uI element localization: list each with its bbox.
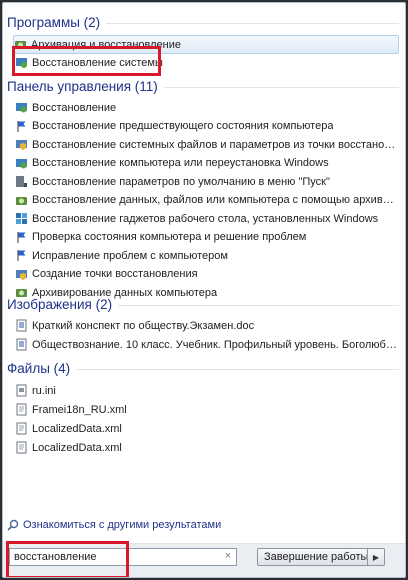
result-label: LocalizedData.xml — [32, 422, 122, 435]
result-item-control-panel[interactable]: Восстановление данных, файлов или компью… — [15, 192, 399, 209]
section-header-images[interactable]: Изображения (2) — [7, 295, 399, 313]
result-label: Восстановление данных, файлов или компью… — [32, 194, 399, 206]
section-divider — [76, 368, 399, 370]
xml-file-icon — [16, 403, 27, 416]
highlight-box-system-restore — [12, 46, 161, 76]
result-label: Framei18n_RU.xml — [32, 403, 127, 416]
search-icon — [7, 519, 19, 531]
result-item-control-panel[interactable]: Исправление проблем с компьютером — [15, 247, 399, 264]
result-label: Восстановление компьютера или переустано… — [32, 157, 329, 169]
result-label: ru.ini — [32, 384, 56, 397]
result-item-control-panel[interactable]: Восстановление компьютера или переустано… — [15, 155, 399, 172]
result-item-control-panel[interactable]: Создание точки восстановления — [15, 266, 399, 283]
taskbar-icon — [16, 176, 27, 187]
document-icon — [16, 319, 27, 332]
result-item-image-doc-1[interactable]: Краткий конспект по обществу.Экзамен.doc — [15, 317, 399, 334]
shutdown-options-button[interactable]: ▶ — [367, 548, 385, 566]
gadgets-icon — [16, 213, 27, 224]
section-title: Панель управления (11) — [7, 78, 158, 94]
result-label: Восстановление параметров по умолчанию в… — [32, 175, 330, 188]
see-more-results-label: Ознакомиться с другими результатами — [23, 519, 222, 531]
backup-icon — [16, 196, 27, 205]
highlight-box-search-input — [6, 541, 129, 577]
clear-search-icon[interactable]: × — [225, 550, 231, 562]
recovery-icon — [16, 103, 27, 113]
shutdown-button[interactable]: Завершение работы — [257, 548, 385, 566]
result-label: Восстановление предшествующего состояния… — [32, 120, 334, 132]
result-label: Обществознание. 10 класс. Учебник. Профи… — [32, 338, 399, 351]
result-item-file-ru-ini[interactable]: ru.ini — [15, 382, 399, 399]
section-title: Файлы (4) — [7, 360, 71, 376]
result-label: Восстановление гаджетов рабочего стола, … — [32, 212, 379, 225]
result-label: Восстановление — [32, 101, 117, 114]
result-label: Проверка состояния компьютера и решение … — [32, 231, 307, 243]
result-label: Восстановление системных файлов и параме… — [32, 138, 399, 151]
result-item-control-panel[interactable]: Восстановление системных файлов и параме… — [15, 136, 399, 153]
result-item-control-panel[interactable]: Восстановление гаджетов рабочего стола, … — [15, 210, 399, 227]
section-title: Программы (2) — [7, 14, 101, 30]
see-more-results-link[interactable]: Ознакомиться с другими результатами — [7, 516, 221, 534]
ini-file-icon — [16, 384, 27, 397]
section-header-files[interactable]: Файлы (4) — [7, 359, 399, 377]
section-header-programs[interactable]: Программы (2) — [7, 13, 399, 31]
start-menu-search-results: Программы (2) Архивация и восстановление… — [2, 2, 406, 578]
document-icon — [16, 338, 27, 351]
result-item-control-panel[interactable]: Восстановление параметров по умолчанию в… — [15, 173, 399, 190]
section-divider — [106, 22, 399, 24]
result-item-image-doc-2[interactable]: Обществознание. 10 класс. Учебник. Профи… — [15, 336, 399, 353]
section-divider — [118, 304, 399, 306]
xml-file-icon — [16, 422, 27, 435]
flag-icon — [17, 231, 26, 243]
section-title: Изображения (2) — [7, 296, 113, 312]
result-item-file-localizeddata-1[interactable]: LocalizedData.xml — [15, 420, 399, 437]
result-item-control-panel[interactable]: Восстановление предшествующего состояния… — [15, 118, 399, 135]
recovery-icon — [16, 158, 27, 168]
system-shield-icon — [16, 269, 27, 280]
shutdown-button-label: Завершение работы — [264, 551, 369, 563]
result-item-file-localizeddata-2[interactable]: LocalizedData.xml — [15, 439, 399, 456]
result-label: Исправление проблем с компьютером — [32, 249, 228, 262]
result-label: Создание точки восстановления — [32, 268, 198, 280]
system-shield-icon — [16, 140, 27, 150]
result-item-control-panel[interactable]: Проверка состояния компьютера и решение … — [15, 229, 399, 246]
result-label: LocalizedData.xml — [32, 441, 122, 454]
result-item-file-framei18n[interactable]: Framei18n_RU.xml — [15, 401, 399, 418]
section-header-control-panel[interactable]: Панель управления (11) — [7, 77, 399, 95]
flag-icon — [17, 250, 26, 261]
result-label: Краткий конспект по обществу.Экзамен.doc — [32, 319, 255, 332]
xml-file-icon — [16, 441, 27, 454]
result-item-control-panel[interactable]: Восстановление — [15, 99, 399, 116]
flag-icon — [17, 120, 26, 132]
section-divider — [163, 86, 399, 88]
chevron-right-icon: ▶ — [372, 552, 380, 562]
